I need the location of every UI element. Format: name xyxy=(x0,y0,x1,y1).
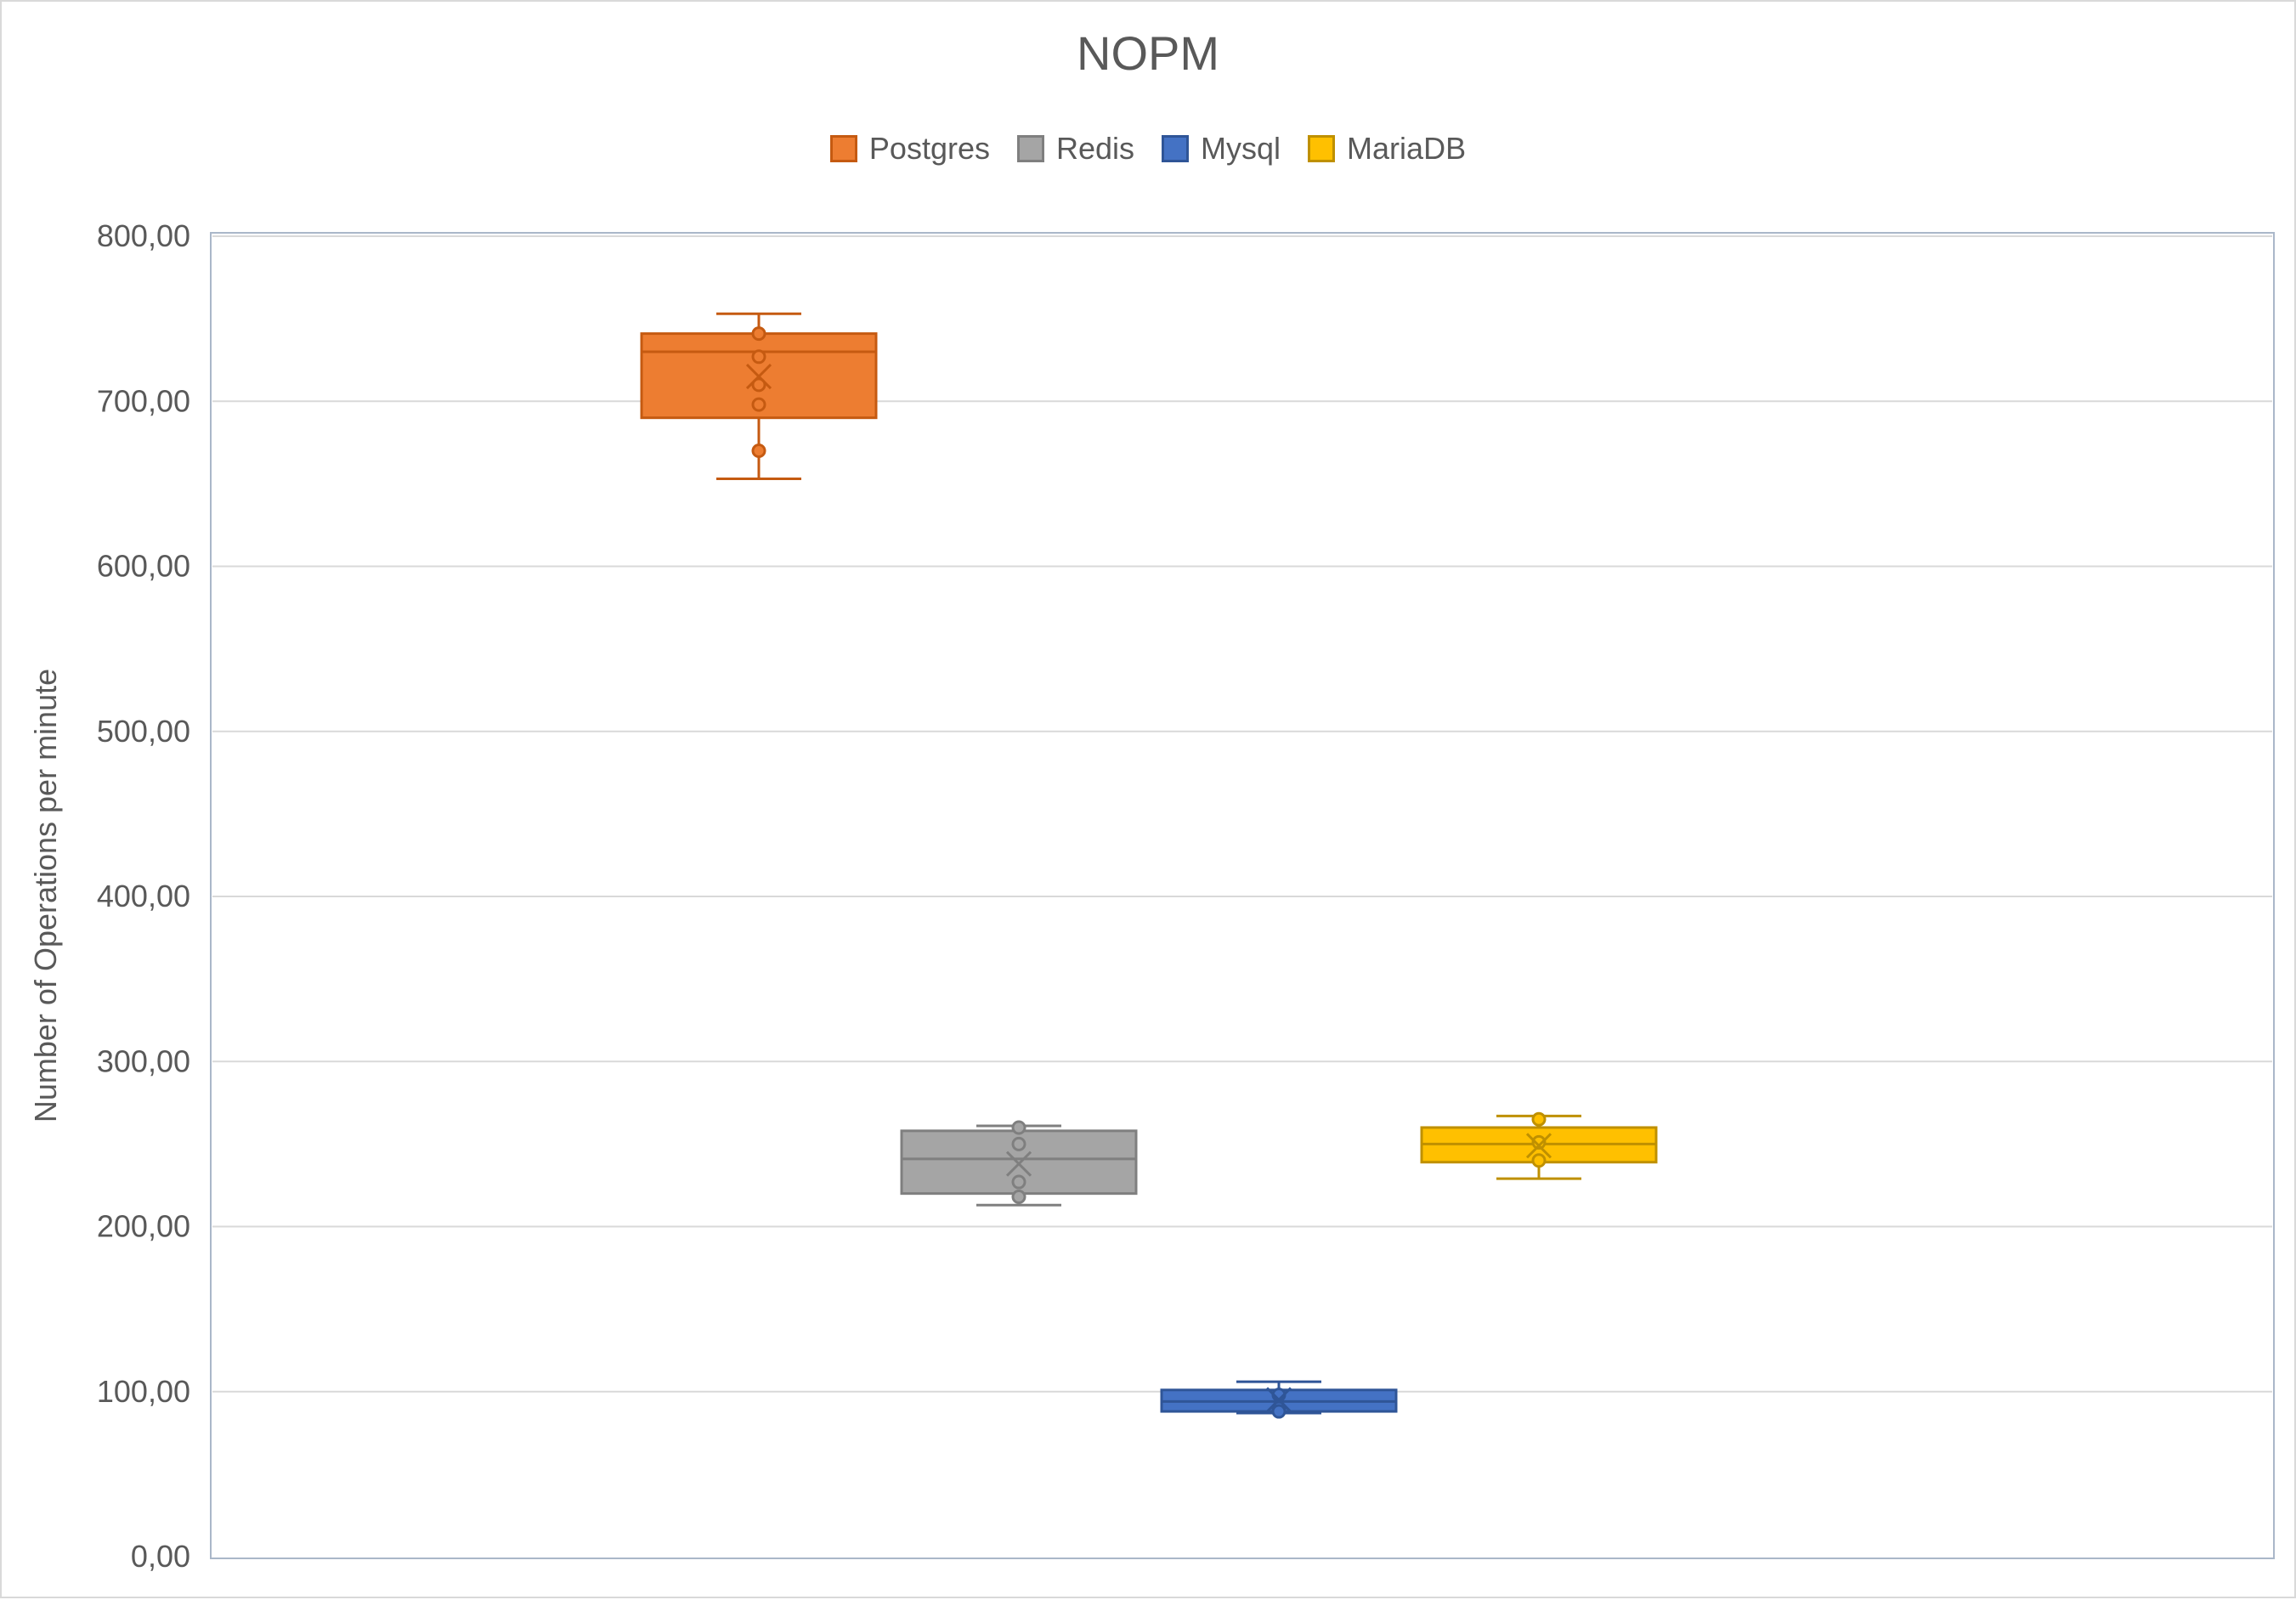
box-group-postgres xyxy=(640,312,878,481)
data-point-redis xyxy=(1011,1120,1026,1135)
data-point-postgres xyxy=(751,326,766,342)
data-point-mysql xyxy=(1271,1404,1287,1419)
boxes xyxy=(640,312,1658,1419)
gridlines xyxy=(212,235,2272,1393)
y-tick-label: 600,00 xyxy=(97,549,190,584)
data-point-redis xyxy=(1011,1174,1026,1190)
y-tick-label: 700,00 xyxy=(97,383,190,418)
y-tick-label: 0,00 xyxy=(131,1539,190,1574)
plot-area: 0,00 100,00 200,00 300,00 400,00 500,00 600,00… xyxy=(28,218,2275,1574)
chart-container: NOPM Postgres Redis Mysql MariaDB 0,00 10… xyxy=(0,0,2296,1598)
y-tick-label: 400,00 xyxy=(97,879,190,913)
y-tick-label: 500,00 xyxy=(97,714,190,749)
data-point-postgres xyxy=(751,444,766,459)
data-point-mariadb xyxy=(1531,1153,1547,1168)
box-group-redis xyxy=(900,1120,1138,1207)
data-point-postgres xyxy=(751,397,766,412)
y-axis-title: Number of Operations per minute xyxy=(28,669,63,1122)
y-tick-label: 800,00 xyxy=(97,218,190,253)
y-tick-label: 100,00 xyxy=(97,1374,190,1409)
data-point-redis xyxy=(1011,1136,1026,1151)
y-tick-label: 300,00 xyxy=(97,1043,190,1078)
y-axis-ticks: 0,00 100,00 200,00 300,00 400,00 500,00 600,00… xyxy=(97,218,190,1574)
data-point-mariadb xyxy=(1531,1111,1547,1127)
data-point-postgres xyxy=(751,349,766,365)
box-group-mariadb xyxy=(1420,1111,1658,1180)
y-tick-label: 200,00 xyxy=(97,1209,190,1244)
data-point-redis xyxy=(1011,1190,1026,1205)
box-group-mysql xyxy=(1160,1380,1398,1419)
